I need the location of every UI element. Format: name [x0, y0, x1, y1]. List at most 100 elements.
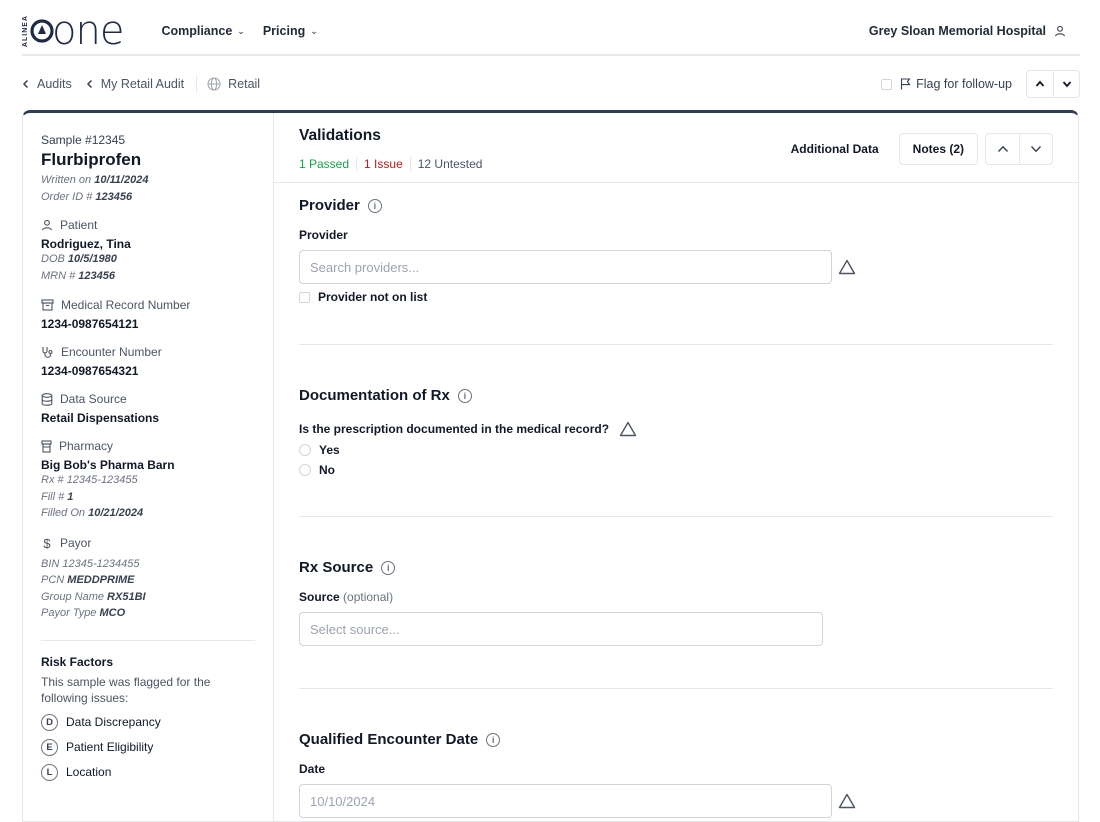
chevron-down-icon [1062, 81, 1071, 88]
group-prefix: Group Name [41, 590, 104, 603]
patient-dob: DOB 10/5/1980 [41, 251, 255, 268]
info-icon[interactable]: i [486, 732, 501, 747]
breadcrumb-divider [196, 75, 198, 93]
medical-record-section: Medical Record Number 1234-0987654121 [41, 298, 255, 331]
info-icon[interactable]: i [367, 198, 382, 213]
provider-field-label: Provider [299, 228, 348, 242]
brand-logo[interactable]: ALINEA one [22, 8, 124, 54]
flag-for-follow-up[interactable]: Flag for follow-up [900, 77, 1012, 91]
data-source-value: Retail Dispensations [41, 411, 160, 425]
breadcrumb-audits[interactable]: Audits [22, 77, 72, 91]
info-icon[interactable]: i [457, 388, 472, 403]
data-source-section: Data Source Retail Dispensations [41, 392, 255, 425]
account-menu[interactable]: Grey Sloan Memorial Hospital [869, 24, 1080, 38]
patient-name: Rodriguez, Tina [41, 237, 131, 251]
provider-title-label: Provider [299, 197, 360, 214]
previous-sample-button[interactable] [1027, 71, 1053, 97]
data-source-heading: Data Source [41, 392, 255, 406]
section-divider [299, 516, 1053, 517]
rx-source-field-row [299, 612, 1053, 646]
previous-validation-button[interactable] [986, 134, 1019, 164]
provider-search-input[interactable] [299, 250, 832, 284]
group-value: RX51BI [107, 590, 146, 603]
breadcrumb-audits-label: Audits [37, 77, 72, 91]
risk-letter-badge: E [41, 738, 58, 756]
documentation-option-no[interactable]: No [299, 463, 1053, 477]
audit-card: Sample #12345 Flurbiprofen Written on 10… [22, 110, 1079, 822]
chevron-down-icon: ⌄ [310, 25, 318, 36]
order-id: Order ID # 123456 [41, 190, 255, 204]
payor-type-prefix: Payor Type [41, 607, 97, 619]
date-field-label: Date [299, 762, 326, 776]
encounter-heading: Encounter Number [41, 345, 255, 359]
fill-prefix: Fill # [41, 490, 65, 503]
order-id-prefix: Order ID # [41, 191, 93, 203]
archive-icon [41, 299, 54, 311]
database-icon [41, 392, 53, 406]
pill-bottle-icon [41, 439, 52, 453]
data-source-heading-label: Data Source [60, 392, 127, 406]
nav-pricing[interactable]: Pricing ⌄ [263, 24, 318, 38]
sidebar-divider [41, 639, 255, 641]
encounter-date-title: Qualified Encounter Date i [299, 731, 1053, 748]
written-on: Written on 10/11/2024 [41, 173, 255, 187]
patient-heading: Patient [41, 218, 255, 232]
flag-icon [901, 78, 911, 90]
fill-number: Fill # 1 [41, 489, 255, 506]
breadcrumb-audit-name[interactable]: My Retail Audit [86, 77, 184, 91]
sample-number: Sample #12345 [41, 133, 126, 147]
documentation-title-label: Documentation of Rx [299, 387, 450, 404]
notes-button[interactable]: Notes (2) [898, 133, 978, 165]
breadcrumb: Audits My Retail Audit Retail Flag for f… [22, 66, 1080, 102]
rx-source-section: Rx Source i Source (optional) [299, 559, 1053, 646]
warning-icon[interactable] [838, 793, 856, 809]
radio-yes[interactable] [299, 444, 311, 456]
order-id-value: 123456 [95, 191, 133, 203]
chevron-up-icon [1035, 80, 1045, 87]
mrn-value: 123456 [78, 269, 116, 282]
warning-icon[interactable] [838, 259, 856, 275]
date-field-row [299, 784, 1053, 818]
brand-tag: ALINEA [22, 14, 29, 48]
main-menu: Compliance ⌄ Pricing ⌄ [161, 24, 317, 38]
warning-icon[interactable] [619, 421, 637, 437]
patient-section: Patient Rodriguez, Tina DOB 10/5/1980 MR… [41, 218, 255, 284]
info-icon[interactable]: i [381, 560, 396, 575]
validation-actions: Additional Data Notes (2) [791, 133, 1053, 165]
pcn-value: MEDDPRIME [67, 574, 135, 586]
bin-prefix: BIN [41, 557, 60, 570]
additional-data-button[interactable]: Additional Data [791, 142, 879, 156]
next-validation-button[interactable] [1019, 134, 1052, 164]
brand-name: one [52, 8, 124, 54]
nav-pricing-label: Pricing [262, 24, 306, 38]
documentation-option-yes[interactable]: Yes [299, 443, 1053, 457]
rx-source-title: Rx Source i [299, 559, 1053, 576]
payor-section: $ Payor BIN 12345-1234455 PCN MEDDPRIME … [41, 536, 255, 622]
issue-count: 1 Issue [356, 157, 410, 171]
encounter-heading-label: Encounter Number [61, 345, 162, 359]
provider-section: Provider i Provider Provider not on list [299, 197, 1053, 304]
provider-not-on-list-checkbox[interactable] [299, 291, 310, 303]
payor-pcn: PCN MEDDPRIME [41, 572, 255, 589]
provider-not-on-list[interactable]: Provider not on list [299, 290, 1053, 304]
radio-no[interactable] [299, 464, 311, 476]
user-icon [1054, 25, 1066, 37]
flag-checkbox[interactable] [881, 78, 893, 90]
breadcrumb-channel-label: Retail [228, 77, 261, 91]
risk-item-data-discrepancy: D Data Discrepancy [41, 713, 255, 731]
globe-icon [207, 77, 221, 91]
rx-source-select[interactable] [299, 612, 823, 646]
fill-value: 1 [67, 490, 74, 503]
logo-mark-icon [30, 19, 54, 43]
encounter-date-input[interactable] [299, 784, 832, 818]
pharmacy-heading: Pharmacy [41, 439, 255, 453]
chevron-left-icon [86, 79, 92, 89]
nav-compliance[interactable]: Compliance ⌄ [161, 24, 244, 38]
next-sample-button[interactable] [1053, 71, 1079, 97]
optional-hint: (optional) [343, 590, 394, 604]
encounter-date-section: Qualified Encounter Date i Date [299, 731, 1053, 818]
risk-factors-description: This sample was flagged for the followin… [41, 674, 211, 705]
pharmacy-name: Big Bob's Pharma Barn [41, 458, 175, 472]
documentation-question-label: Is the prescription documented in the me… [299, 422, 610, 436]
documentation-section: Documentation of Rx i Is the prescriptio… [299, 387, 1053, 477]
